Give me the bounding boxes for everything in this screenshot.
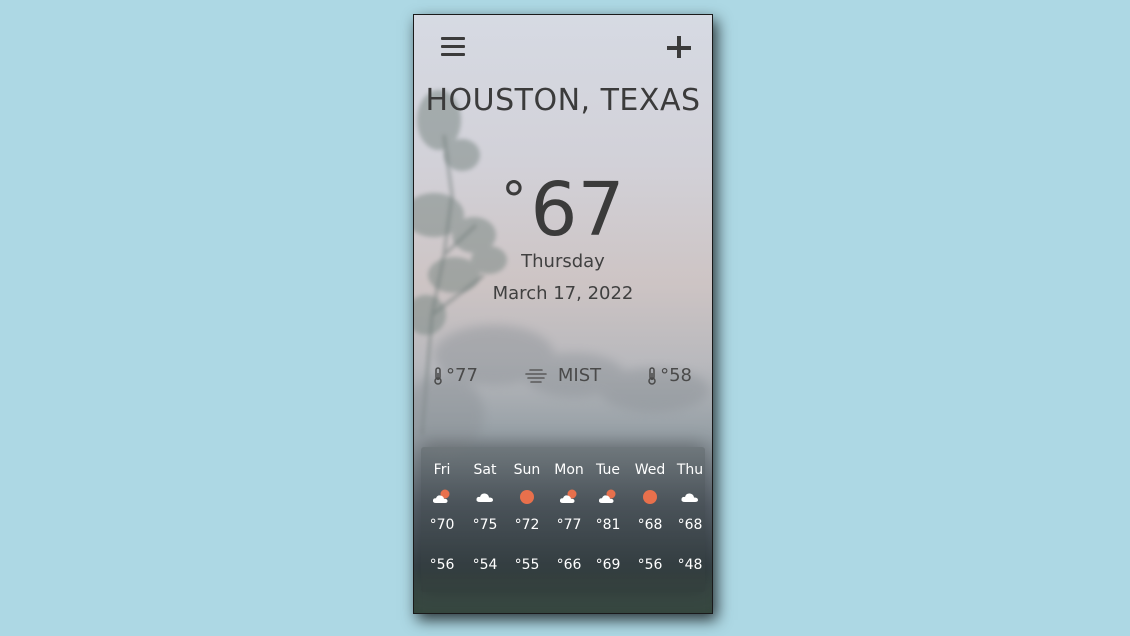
low-temp-stat: °58 xyxy=(647,365,692,386)
temperature-value: 67 xyxy=(530,167,625,253)
forecast-high-temp: °81 xyxy=(595,517,621,533)
forecast-day-name: Wed xyxy=(634,462,666,478)
forecast-day-name: Mon xyxy=(554,462,584,478)
partly-cloudy-icon xyxy=(598,489,618,505)
partly-cloudy-icon xyxy=(559,489,579,505)
plus-icon[interactable] xyxy=(666,32,692,62)
forecast-high-temp: °68 xyxy=(677,517,703,533)
condition-stat: MIST xyxy=(524,365,601,386)
forecast-low-temp: °66 xyxy=(556,557,582,573)
current-date: March 17, 2022 xyxy=(492,283,634,304)
thermometer-icon xyxy=(434,366,442,385)
cloud-icon xyxy=(475,489,495,505)
mist-icon xyxy=(525,368,547,383)
forecast-high-temp: °70 xyxy=(429,517,455,533)
high-temp-stat: °77 xyxy=(433,365,478,386)
forecast-high-temp: °77 xyxy=(556,517,582,533)
high-temp-value: °77 xyxy=(446,365,478,386)
weather-stats: °77 MIST °58 xyxy=(433,365,692,386)
forecast-day-name: Sun xyxy=(513,462,541,478)
forecast-low-temp: °48 xyxy=(677,557,703,573)
degree-symbol: ° xyxy=(501,171,527,229)
city-title: HOUSTON, TEXAS xyxy=(425,83,701,118)
weekly-forecast: Fri °70 °56 Sat °75 °54 Sun °72 °55 Mon °77 °66 Tue °… xyxy=(421,447,705,592)
partly-cloudy-icon xyxy=(432,489,452,505)
current-temperature: °67 xyxy=(414,155,712,255)
condition-label: MIST xyxy=(557,365,602,386)
forecast-day-name: Thu xyxy=(676,462,704,478)
forecast-day-name: Sat xyxy=(473,462,497,478)
forecast-day-name: Tue xyxy=(596,462,620,478)
forecast-low-temp: °56 xyxy=(429,557,455,573)
cloud-icon xyxy=(680,489,700,505)
low-temp-value: °58 xyxy=(660,365,692,386)
forecast-high-temp: °75 xyxy=(472,517,498,533)
forecast-day-name: Fri xyxy=(433,462,451,478)
forecast-high-temp: °72 xyxy=(514,517,540,533)
hamburger-menu-icon[interactable] xyxy=(441,37,465,59)
forecast-high-temp: °68 xyxy=(637,517,663,533)
forecast-low-temp: °54 xyxy=(472,557,498,573)
weather-app: HOUSTON, TEXAS °67 Thursday March 17, 20… xyxy=(413,14,713,614)
sun-icon xyxy=(517,489,537,505)
sun-icon xyxy=(640,489,660,505)
forecast-low-temp: °56 xyxy=(637,557,663,573)
current-day: Thursday xyxy=(521,251,605,272)
forecast-low-temp: °69 xyxy=(595,557,621,573)
forecast-low-temp: °55 xyxy=(514,557,540,573)
thermometer-icon xyxy=(648,366,656,385)
